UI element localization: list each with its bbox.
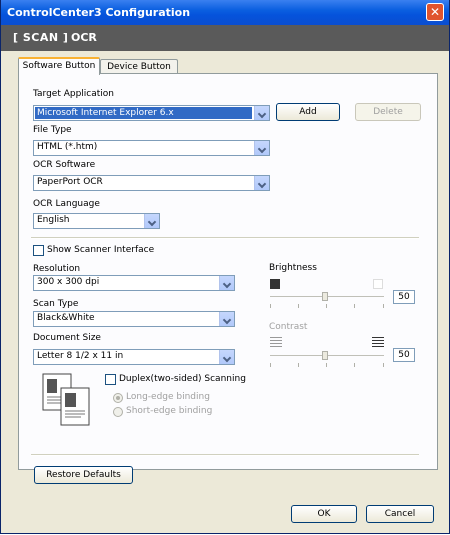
header-ocr-tab[interactable]: OCR (71, 31, 97, 44)
contrast-label: Contrast (269, 322, 308, 332)
scan-type-label: Scan Type (33, 299, 79, 309)
mode-header: [ SCAN ] OCR (1, 25, 449, 51)
brightness-ticks (270, 304, 384, 308)
ok-button[interactable]: OK (291, 505, 357, 523)
chevron-down-icon[interactable] (219, 276, 234, 290)
show-scanner-interface-checkbox[interactable] (33, 245, 44, 256)
resolution-label: Resolution (33, 264, 81, 274)
short-edge-binding-radio[interactable] (113, 407, 123, 417)
scan-type-select[interactable]: Black&White (33, 311, 235, 327)
brightness-value-field[interactable]: 50 (393, 290, 415, 304)
brightness-slider-thumb[interactable] (322, 292, 328, 301)
ocr-software-value: PaperPort OCR (37, 177, 103, 187)
target-application-select[interactable]: Microsoft Internet Explorer 6.x (33, 105, 270, 121)
dialog-window: ControlCenter3 Configuration ✕ [ SCAN ] … (0, 0, 450, 534)
document-size-label: Document Size (33, 333, 101, 343)
chevron-down-icon[interactable] (254, 141, 269, 155)
add-button[interactable]: Add (276, 103, 340, 121)
contrast-slider-thumb[interactable] (322, 351, 328, 360)
brightness-label: Brightness (269, 263, 317, 273)
duplex-scanning-label: Duplex(two-sided) Scanning (119, 374, 246, 384)
low-contrast-icon (270, 337, 282, 347)
restore-defaults-button[interactable]: Restore Defaults (34, 466, 133, 484)
chevron-down-icon[interactable] (219, 350, 234, 364)
tab-software-button[interactable]: Software Button (18, 57, 100, 75)
header-scan-tab[interactable]: [ SCAN ] (13, 31, 68, 44)
ocr-language-value: English (37, 215, 70, 225)
ocr-language-select[interactable]: English (33, 213, 160, 229)
chevron-down-icon[interactable] (219, 312, 234, 326)
chevron-down-icon[interactable] (144, 214, 159, 228)
file-type-label: File Type (33, 125, 72, 135)
short-edge-binding-label: Short-edge binding (126, 406, 213, 416)
target-application-label: Target Application (33, 89, 114, 99)
scan-type-value: Black&White (37, 313, 95, 323)
resolution-value: 300 x 300 dpi (37, 277, 100, 287)
ocr-software-label: OCR Software (33, 160, 96, 170)
settings-panel: Target Application Microsoft Internet Ex… (18, 73, 438, 470)
high-contrast-icon (372, 337, 384, 347)
chevron-down-icon[interactable] (254, 106, 269, 120)
long-edge-binding-radio[interactable] (113, 393, 123, 403)
divider (31, 454, 419, 456)
close-icon[interactable]: ✕ (426, 3, 444, 21)
target-application-value: Microsoft Internet Explorer 6.x (35, 107, 252, 119)
file-type-value: HTML (*.htm) (37, 142, 98, 152)
duplex-document-icon (42, 373, 90, 426)
contrast-value-field[interactable]: 50 (393, 348, 415, 362)
ocr-language-label: OCR Language (33, 199, 100, 209)
document-size-select[interactable]: Letter 8 1/2 x 11 in (33, 349, 235, 365)
light-square-icon (373, 279, 383, 289)
chevron-down-icon[interactable] (254, 176, 269, 190)
title-bar: ControlCenter3 Configuration ✕ (1, 0, 449, 25)
duplex-scanning-checkbox[interactable] (105, 374, 116, 385)
resolution-select[interactable]: 300 x 300 dpi (33, 275, 235, 291)
document-size-value: Letter 8 1/2 x 11 in (37, 351, 124, 361)
cancel-button[interactable]: Cancel (366, 505, 434, 523)
ocr-software-select[interactable]: PaperPort OCR (33, 175, 270, 191)
show-scanner-interface-label: Show Scanner Interface (47, 245, 155, 255)
dark-square-icon (270, 279, 280, 289)
long-edge-binding-label: Long-edge binding (126, 392, 210, 402)
file-type-select[interactable]: HTML (*.htm) (33, 140, 270, 156)
window-title: ControlCenter3 Configuration (7, 6, 191, 19)
divider (31, 237, 419, 239)
contrast-ticks (270, 363, 384, 367)
delete-button[interactable]: Delete (355, 103, 421, 121)
